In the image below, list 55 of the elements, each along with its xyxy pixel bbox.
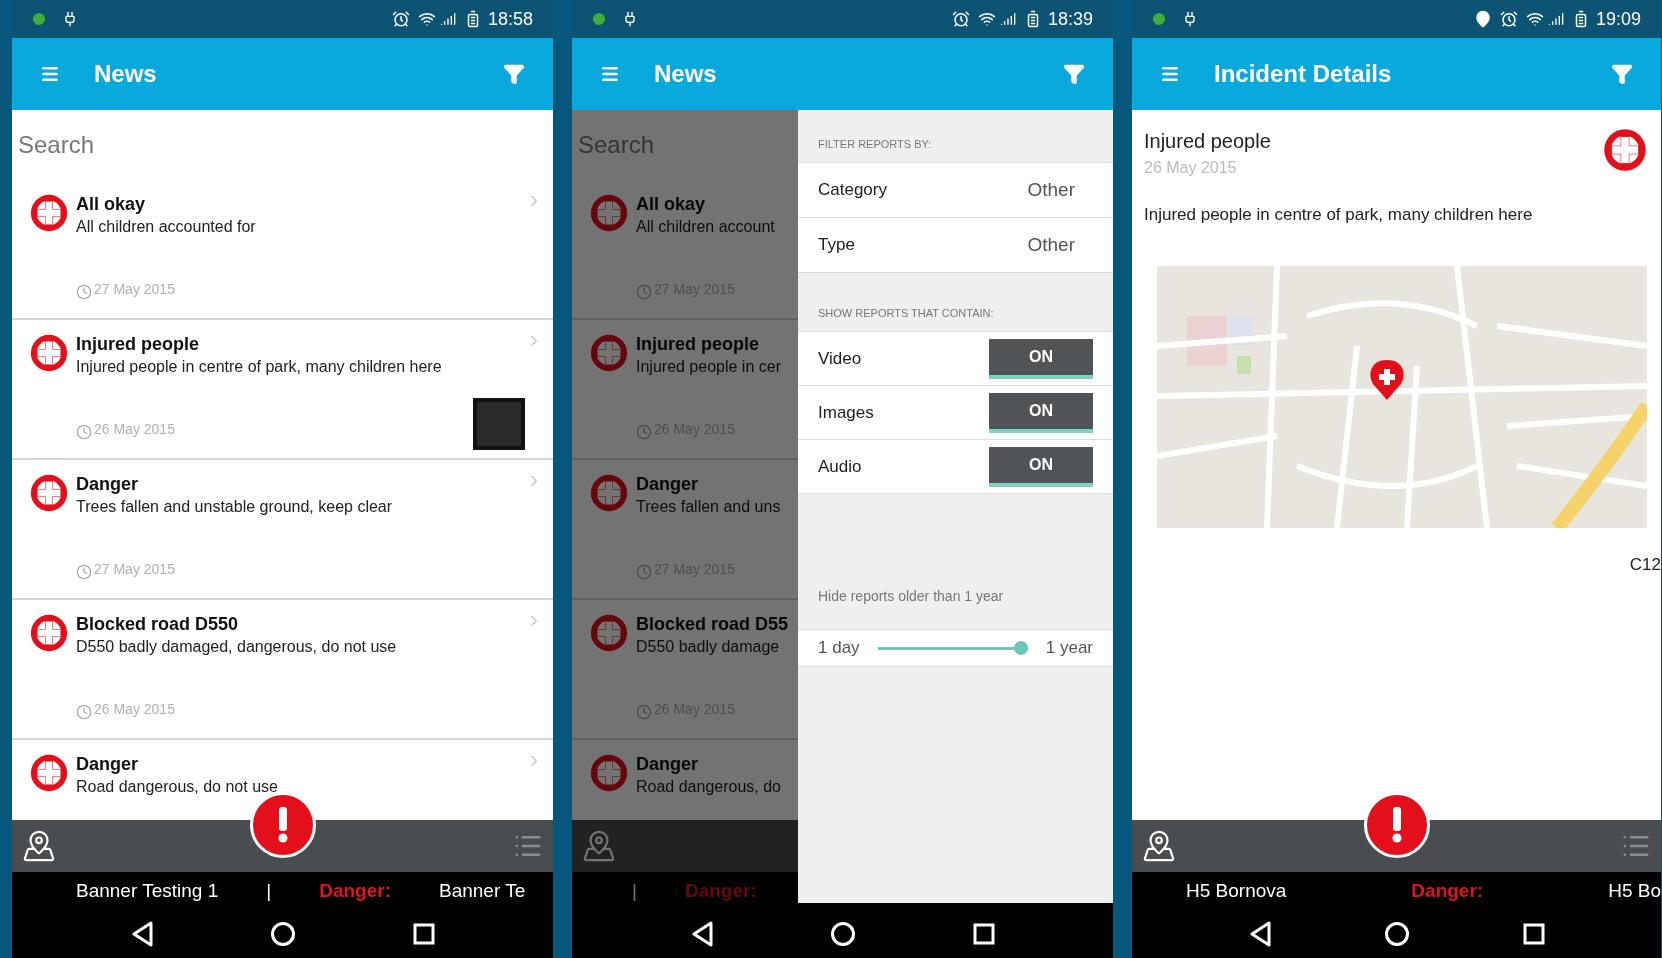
- banner-text: Banner Testing 1: [76, 878, 219, 903]
- item-description: All children accounted for: [76, 217, 256, 237]
- banner-text: |: [266, 878, 272, 903]
- item-description: Road dangerous, do not use: [76, 777, 278, 797]
- detail-code: C12: [1629, 553, 1661, 576]
- app-bar-title: Incident Details: [1214, 59, 1392, 89]
- banner-text: Banner Te: [439, 878, 526, 903]
- item-title: All okay: [636, 193, 706, 216]
- item-title: Blocked road D550: [76, 613, 239, 636]
- detail-description: Injured people in centre of park, many children here: [1144, 204, 1534, 226]
- item-title: Injured people: [636, 333, 759, 356]
- danger-label: Danger:: [319, 878, 391, 903]
- item-title: Danger: [76, 473, 138, 496]
- item-date: 26 May 2015: [94, 700, 175, 719]
- slider-min-label: 1 day: [818, 637, 860, 660]
- app-bar-title: News: [94, 59, 157, 89]
- banner-text: H5 Bo: [1608, 878, 1661, 903]
- item-title: Blocked road D55: [636, 613, 789, 636]
- select-value: Other: [1027, 177, 1075, 202]
- select-label: Category: [818, 179, 888, 202]
- danger-label: Danger:: [684, 878, 757, 903]
- item-description: Road dangerous, do: [636, 777, 781, 797]
- item-title: All okay: [76, 193, 146, 216]
- caption-text: Hide reports older than 1 year: [818, 587, 1004, 606]
- item-date: 27 May 2015: [94, 280, 175, 299]
- toggle-label: Audio: [818, 455, 863, 478]
- section-header: FILTER REPORTS BY:: [818, 136, 932, 152]
- detail-title: Injured people: [1144, 129, 1272, 154]
- item-title: Danger: [76, 753, 138, 776]
- select-value: Other: [1027, 232, 1075, 257]
- item-title: Injured people: [76, 333, 199, 356]
- item-description: Trees fallen and uns: [636, 497, 781, 517]
- status-time: 18:39: [1047, 7, 1093, 31]
- banner-text: |: [632, 878, 637, 903]
- item-date: 27 May 2015: [94, 560, 175, 579]
- item-description: D550 badly damage: [636, 637, 780, 657]
- item-title: Danger: [636, 473, 698, 496]
- section-header: SHOW REPORTS THAT CONTAIN:: [818, 305, 994, 321]
- item-description: All children account: [636, 217, 775, 237]
- toggle-label: Images: [818, 401, 875, 424]
- app-bar-title: News: [654, 59, 717, 89]
- select-label: Type: [818, 234, 856, 257]
- toggle-label: Video: [818, 347, 863, 370]
- status-time: 19:09: [1595, 7, 1641, 31]
- item-description: Trees fallen and unstable ground, keep clear: [76, 497, 393, 517]
- item-description: Injured people in centre of park, many children here: [76, 357, 442, 377]
- item-title: Danger: [636, 753, 698, 776]
- item-date: 26 May 2015: [94, 420, 175, 439]
- item-description: D550 badly damaged, dangerous, do not use: [76, 637, 397, 657]
- detail-date: 26 May 2015: [1144, 158, 1238, 178]
- item-description: Injured people in cer: [636, 357, 781, 377]
- slider-max-label: 1 year: [1045, 637, 1093, 660]
- status-time: 18:58: [487, 7, 533, 31]
- danger-label: Danger:: [1411, 878, 1484, 903]
- banner-text: H5 Bornova: [1186, 878, 1287, 903]
